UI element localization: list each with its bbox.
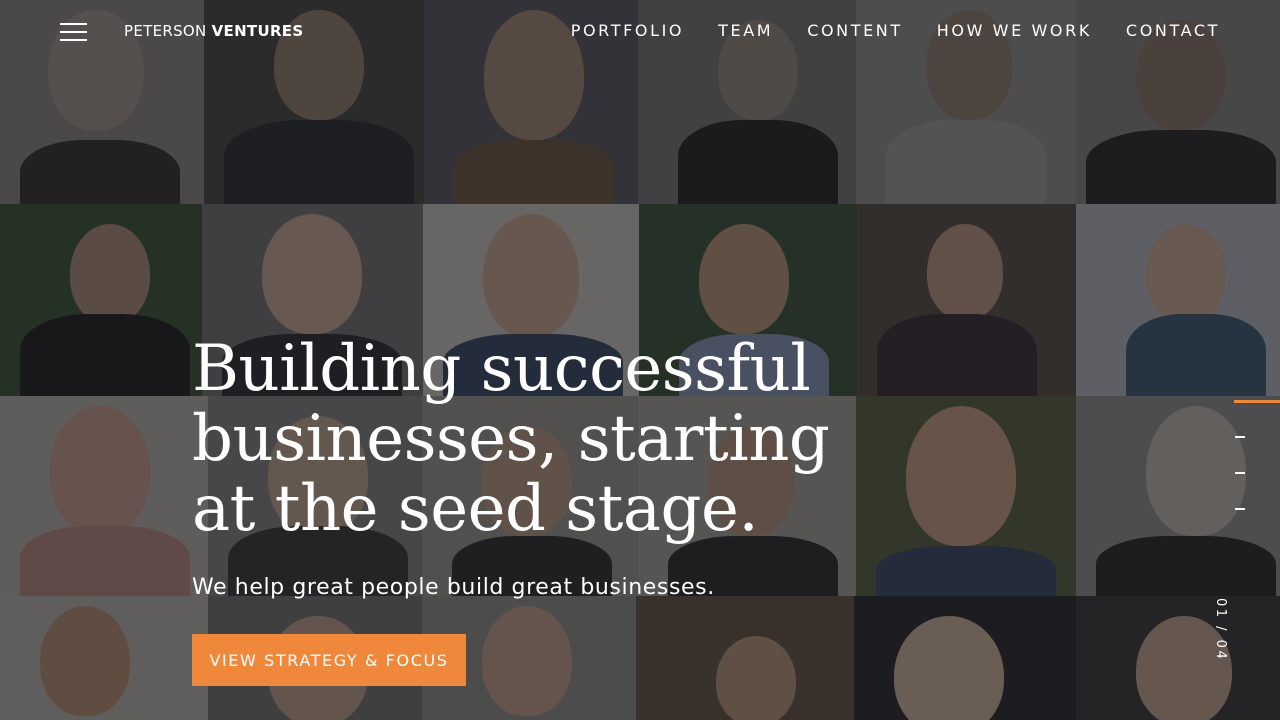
slide-active-indicator [1234,400,1280,403]
slide-counter: 01 / 04 [1213,598,1228,662]
nav-content[interactable]: CONTENT [807,21,903,40]
nav-portfolio[interactable]: PORTFOLIO [571,21,684,40]
logo-text-bold: VENTURES [211,22,304,40]
slide-indicator: 01 / 04 [1213,398,1280,661]
logo-text-light: PETERSON [124,22,207,40]
nav-contact[interactable]: CONTACT [1126,21,1220,40]
logo[interactable]: PETERSON VENTURES [124,22,303,40]
slide-dot-2[interactable] [1235,436,1245,438]
page: PETERSON VENTURES PORTFOLIO TEAM CONTENT… [0,0,1280,720]
slide-dot-3[interactable] [1235,472,1245,474]
nav-team[interactable]: TEAM [718,21,773,40]
slide-dot-4[interactable] [1235,508,1245,510]
main-nav: PORTFOLIO TEAM CONTENT HOW WE WORK CONTA… [571,21,1220,40]
nav-how-we-work[interactable]: HOW WE WORK [937,21,1092,40]
hamburger-icon[interactable] [60,21,87,41]
view-strategy-button[interactable]: VIEW STRATEGY & FOCUS [192,634,466,686]
hero-title: Building successful businesses, starting… [192,332,830,546]
hero-subtitle: We help great people build great busines… [192,575,715,600]
